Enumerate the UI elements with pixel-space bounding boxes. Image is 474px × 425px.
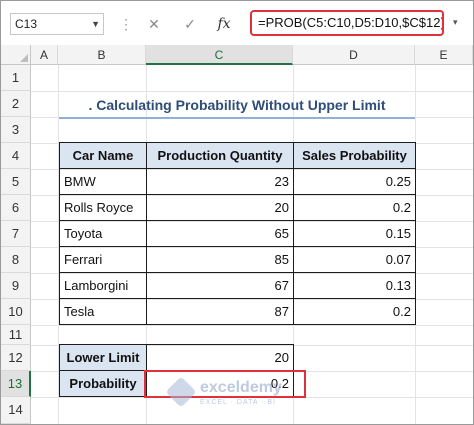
car-name-cell[interactable]: BMW: [59, 168, 147, 195]
chevron-down-icon[interactable]: ▼: [91, 14, 100, 34]
watermark-name: exceldemy: [200, 379, 282, 396]
car-name-cell[interactable]: Lamborgini: [59, 272, 147, 299]
title-underline: [59, 117, 415, 119]
table-header-row: Car Name Production Quantity Sales Proba…: [59, 142, 416, 169]
name-box[interactable]: C13 ▼: [10, 13, 104, 35]
header-production-quantity[interactable]: Production Quantity: [146, 142, 294, 169]
quantity-cell[interactable]: 23: [146, 168, 294, 195]
car-name-cell[interactable]: Rolls Royce: [59, 194, 147, 221]
row-header-1[interactable]: 1: [1, 65, 31, 91]
lower-limit-value[interactable]: 20: [146, 344, 294, 371]
select-all-button[interactable]: [1, 45, 31, 65]
header-sales-probability[interactable]: Sales Probability: [293, 142, 416, 169]
car-name-cell[interactable]: Ferrari: [59, 246, 147, 273]
column-header-c[interactable]: C: [146, 45, 293, 65]
table-row: Rolls Royce 20 0.2: [59, 194, 416, 221]
row-header-4[interactable]: 4: [1, 143, 31, 169]
probability-cell[interactable]: 0.13: [293, 272, 416, 299]
probability-cell[interactable]: 0.2: [293, 298, 416, 325]
row-header-6[interactable]: 6: [1, 195, 31, 221]
header-car-name[interactable]: Car Name: [59, 142, 147, 169]
watermark: exceldemy EXCEL · DATA · BI: [165, 376, 330, 413]
quantity-cell[interactable]: 20: [146, 194, 294, 221]
formula-bar: C13 ▼ ⋮ ✕ ✓ fx =PROB(C5:C10,D5:D10,$C$12…: [1, 1, 473, 46]
probability-cell[interactable]: 0.15: [293, 220, 416, 247]
probability-label[interactable]: Probability: [59, 370, 147, 397]
lower-limit-row: Lower Limit 20: [59, 344, 294, 371]
quantity-cell[interactable]: 67: [146, 272, 294, 299]
table-row: Lamborgini 67 0.13: [59, 272, 416, 299]
exceldemy-logo-icon: [165, 376, 197, 408]
column-header-b[interactable]: B: [58, 45, 146, 65]
row-header-12[interactable]: 12: [1, 345, 31, 371]
gridline: [31, 325, 473, 326]
probability-cell[interactable]: 0.07: [293, 246, 416, 273]
row-header-9[interactable]: 9: [1, 273, 31, 299]
sheet-title[interactable]: . Calculating Probability Without Upper …: [59, 93, 415, 117]
quantity-cell[interactable]: 85: [146, 246, 294, 273]
row-header-14[interactable]: 14: [1, 397, 31, 424]
row-header-13[interactable]: 13: [1, 371, 31, 397]
watermark-tagline: EXCEL · DATA · BI: [200, 399, 276, 406]
cancel-icon[interactable]: ✕: [143, 13, 165, 35]
row-header-3[interactable]: 3: [1, 117, 31, 143]
probability-cell[interactable]: 0.2: [293, 194, 416, 221]
row-header-5[interactable]: 5: [1, 169, 31, 195]
column-header-e[interactable]: E: [415, 45, 473, 65]
quantity-cell[interactable]: 65: [146, 220, 294, 247]
row-header-7[interactable]: 7: [1, 221, 31, 247]
column-header-d[interactable]: D: [293, 45, 415, 65]
car-name-cell[interactable]: Toyota: [59, 220, 147, 247]
car-data-table: Car Name Production Quantity Sales Proba…: [59, 142, 416, 325]
expand-formula-bar-icon[interactable]: ▾: [453, 17, 458, 28]
spreadsheet-window: C13 ▼ ⋮ ✕ ✓ fx =PROB(C5:C10,D5:D10,$C$12…: [0, 0, 474, 425]
table-row: Tesla 87 0.2: [59, 298, 416, 325]
table-row: BMW 23 0.25: [59, 168, 416, 195]
formula-input[interactable]: =PROB(C5:C10,D5:D10,$C$12): [250, 10, 444, 36]
probability-cell[interactable]: 0.25: [293, 168, 416, 195]
enter-icon[interactable]: ✓: [179, 13, 201, 35]
drag-handle-icon[interactable]: ⋮: [119, 16, 133, 33]
column-header-a[interactable]: A: [31, 45, 58, 65]
table-row: Ferrari 85 0.07: [59, 246, 416, 273]
row-header-8[interactable]: 8: [1, 247, 31, 273]
quantity-cell[interactable]: 87: [146, 298, 294, 325]
car-name-cell[interactable]: Tesla: [59, 298, 147, 325]
gridline: [31, 91, 473, 92]
row-header-10[interactable]: 10: [1, 299, 31, 325]
row-header-11[interactable]: 11: [1, 325, 31, 345]
row-header-2[interactable]: 2: [1, 91, 31, 117]
insert-function-icon[interactable]: fx: [213, 13, 235, 35]
name-box-value: C13: [15, 17, 38, 31]
table-row: Toyota 65 0.15: [59, 220, 416, 247]
lower-limit-label[interactable]: Lower Limit: [59, 344, 147, 371]
